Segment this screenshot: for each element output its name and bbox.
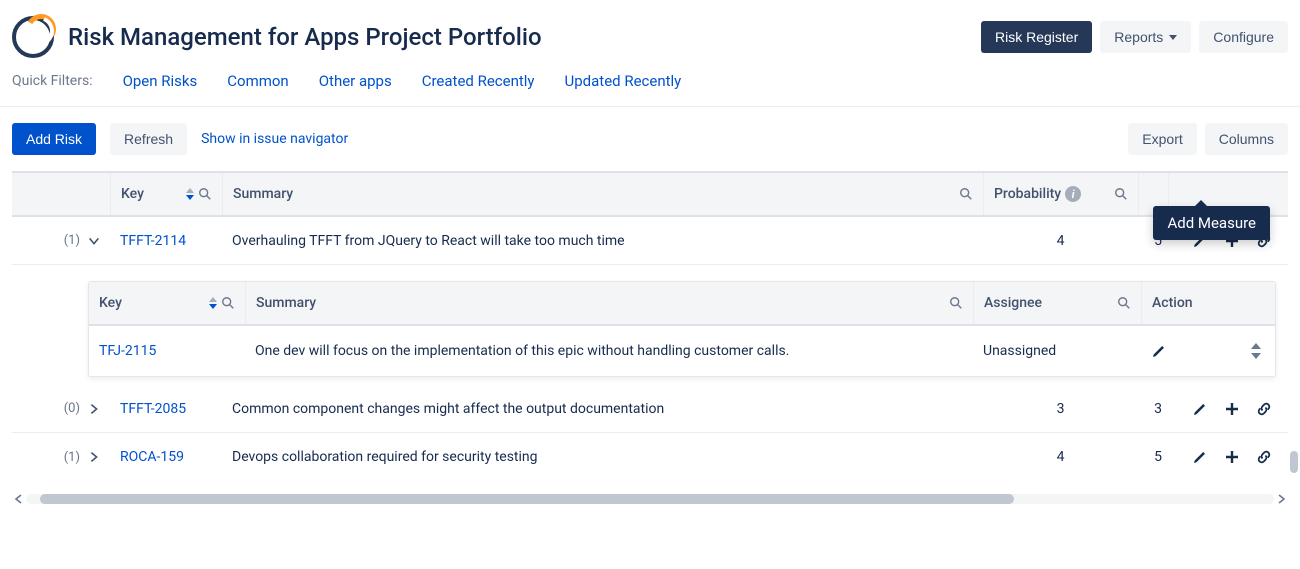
sub-col-action-label: Action: [1152, 295, 1193, 311]
sub-col-summary[interactable]: Summary: [245, 282, 973, 324]
search-icon[interactable]: [1117, 296, 1131, 310]
col-probability[interactable]: Probability i: [983, 173, 1138, 215]
issue-key-link[interactable]: ROCA-159: [120, 449, 184, 465]
app-logo: [12, 16, 54, 58]
scrollbar-thumb[interactable]: [40, 494, 1014, 504]
col-key-label: Key: [121, 186, 144, 202]
sub-col-summary-label: Summary: [256, 295, 316, 311]
col-expand: [12, 173, 110, 215]
plus-icon[interactable]: [1224, 401, 1240, 417]
pencil-icon[interactable]: [1192, 401, 1208, 417]
sort-desc-icon: [209, 304, 217, 309]
reports-dropdown[interactable]: Reports: [1100, 21, 1191, 53]
impact-value: 3: [1154, 401, 1162, 417]
risk-table: Key Summary Probability i: [0, 171, 1300, 487]
plus-icon[interactable]: [1224, 449, 1240, 465]
page-header: Risk Management for Apps Project Portfol…: [0, 0, 1300, 66]
sub-col-assignee[interactable]: Assignee: [973, 282, 1141, 324]
horizontal-scrollbar[interactable]: [12, 491, 1288, 507]
link-icon[interactable]: [1256, 401, 1272, 417]
summary-text: One dev will focus on the implementation…: [255, 343, 789, 359]
refresh-button[interactable]: Refresh: [110, 123, 187, 155]
issue-key-link[interactable]: TFFT-2085: [120, 401, 186, 417]
scroll-down-icon[interactable]: [1251, 353, 1261, 359]
sort-icon[interactable]: [209, 297, 217, 309]
search-icon[interactable]: [1114, 187, 1128, 201]
chevron-down-icon: [1169, 35, 1177, 40]
assignee-text: Unassigned: [983, 343, 1056, 359]
reports-label: Reports: [1114, 29, 1163, 45]
scroll-left-icon[interactable]: [12, 494, 26, 504]
sub-row: TFJ-2115 One dev will focus on the imple…: [89, 326, 1275, 376]
vertical-scrollbar[interactable]: [1290, 421, 1300, 481]
quick-filters: Quick Filters: Open Risks Common Other a…: [0, 66, 1300, 107]
expand-toggle[interactable]: [86, 233, 102, 249]
child-count: (0): [64, 401, 80, 416]
child-count: (1): [64, 233, 80, 248]
scroll-right-icon[interactable]: [1274, 494, 1288, 504]
configure-button[interactable]: Configure: [1199, 21, 1288, 53]
probability-value: 4: [1057, 449, 1065, 465]
risk-register-button[interactable]: Risk Register: [981, 21, 1092, 53]
issue-key-link[interactable]: TFJ-2115: [99, 343, 156, 359]
sort-desc-icon: [186, 195, 194, 200]
pencil-icon[interactable]: [1151, 343, 1167, 359]
table-row: (1) ROCA-159 Devops collaboration requir…: [12, 433, 1288, 481]
search-icon[interactable]: [221, 296, 235, 310]
page-title: Risk Management for Apps Project Portfol…: [68, 23, 542, 51]
sort-asc-icon: [209, 297, 217, 302]
measures-subtable: Key Summary Assignee: [88, 281, 1276, 377]
pencil-icon[interactable]: [1192, 449, 1208, 465]
summary-text: Overhauling TFFT from JQuery to React wi…: [232, 233, 625, 249]
toolbar: Add Risk Refresh Show in issue navigator…: [0, 107, 1300, 171]
table-header: Key Summary Probability i: [12, 171, 1288, 217]
table-row: (0) TFFT-2085 Common component changes m…: [12, 385, 1288, 433]
columns-button[interactable]: Columns: [1205, 123, 1288, 155]
link-icon[interactable]: [1256, 449, 1272, 465]
scrollbar-thumb[interactable]: [1290, 451, 1298, 473]
probability-value: 3: [1057, 401, 1065, 417]
impact-value: 5: [1154, 449, 1162, 465]
summary-text: Common component changes might affect th…: [232, 401, 664, 417]
sort-asc-icon: [186, 188, 194, 193]
summary-text: Devops collaboration required for securi…: [232, 449, 538, 465]
col-summary-label: Summary: [233, 186, 293, 202]
col-summary[interactable]: Summary: [222, 173, 983, 215]
scroll-up-icon[interactable]: [1251, 343, 1261, 349]
sub-col-assignee-label: Assignee: [984, 295, 1042, 311]
filter-updated-recently[interactable]: Updated Recently: [565, 72, 682, 90]
add-measure-tooltip: Add Measure: [1153, 206, 1270, 240]
search-icon[interactable]: [959, 187, 973, 201]
expand-toggle[interactable]: [86, 401, 102, 417]
filter-open-risks[interactable]: Open Risks: [123, 72, 198, 90]
sub-col-key-label: Key: [99, 295, 122, 311]
filter-other-apps[interactable]: Other apps: [319, 72, 392, 90]
sort-icon[interactable]: [186, 188, 194, 200]
scrollbar-track[interactable]: [26, 494, 1274, 504]
info-icon[interactable]: i: [1065, 186, 1081, 202]
sub-header: Key Summary Assignee: [89, 282, 1275, 326]
sub-col-key[interactable]: Key: [89, 282, 245, 324]
col-key[interactable]: Key: [110, 173, 222, 215]
probability-value: 4: [1057, 233, 1065, 249]
filter-common[interactable]: Common: [227, 72, 288, 90]
app-logo-accent: [23, 11, 60, 48]
issue-key-link[interactable]: TFFT-2114: [120, 233, 186, 249]
child-count: (1): [64, 450, 80, 465]
filter-created-recently[interactable]: Created Recently: [422, 72, 535, 90]
col-probability-label: Probability: [994, 186, 1061, 202]
table-row: (1) TFFT-2114 Overhauling TFFT from JQue…: [12, 217, 1288, 265]
sub-col-action: Action: [1141, 282, 1275, 324]
search-icon[interactable]: [198, 187, 212, 201]
search-icon[interactable]: [949, 296, 963, 310]
add-risk-button[interactable]: Add Risk: [12, 123, 96, 155]
export-button[interactable]: Export: [1128, 123, 1196, 155]
quick-filters-label: Quick Filters:: [12, 73, 93, 89]
show-in-navigator-link[interactable]: Show in issue navigator: [201, 131, 348, 147]
expand-toggle[interactable]: [86, 449, 102, 465]
